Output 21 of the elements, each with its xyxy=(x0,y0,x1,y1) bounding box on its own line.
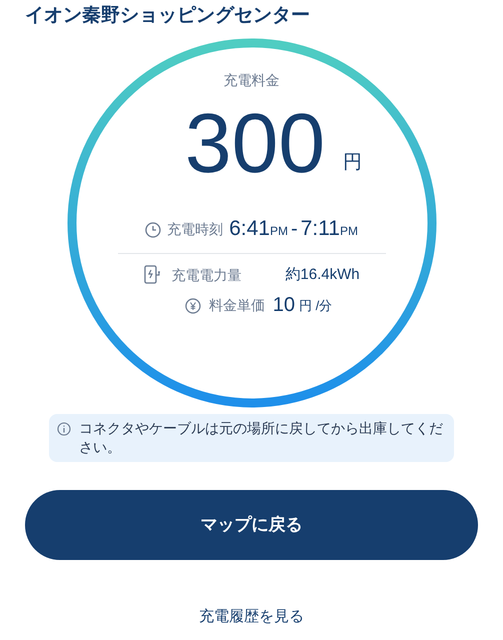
end-suffix: PM xyxy=(340,223,358,240)
fee-unit: 円 xyxy=(343,150,362,174)
fee-label: 充電料金 xyxy=(224,71,280,90)
notice-text: コネクタやケーブルは元の場所に戻してから出庫してください。 xyxy=(79,419,444,457)
price-value: 10 xyxy=(272,292,295,316)
fee-amount: 300 xyxy=(184,95,326,191)
history-link[interactable]: 充電履歴を見る xyxy=(199,606,304,628)
end-time: 7:11 xyxy=(300,217,340,241)
back-to-map-button[interactable]: マップに戻る xyxy=(25,490,478,560)
info-icon xyxy=(57,422,71,436)
yen-icon xyxy=(184,298,201,314)
price-unit: 円 /分 xyxy=(299,297,332,315)
start-time: 6:41 xyxy=(229,217,270,241)
time-separator: - xyxy=(290,217,298,241)
energy-label: 充電電力量 xyxy=(171,266,242,285)
start-suffix: PM xyxy=(270,223,288,240)
time-label: 充電時刻 xyxy=(167,220,224,239)
energy-value: 約16.4kWh xyxy=(285,265,360,285)
clock-icon xyxy=(145,222,162,238)
page-title: イオン秦野ショッピングセンター xyxy=(24,4,311,28)
price-label: 料金単価 xyxy=(208,296,265,314)
